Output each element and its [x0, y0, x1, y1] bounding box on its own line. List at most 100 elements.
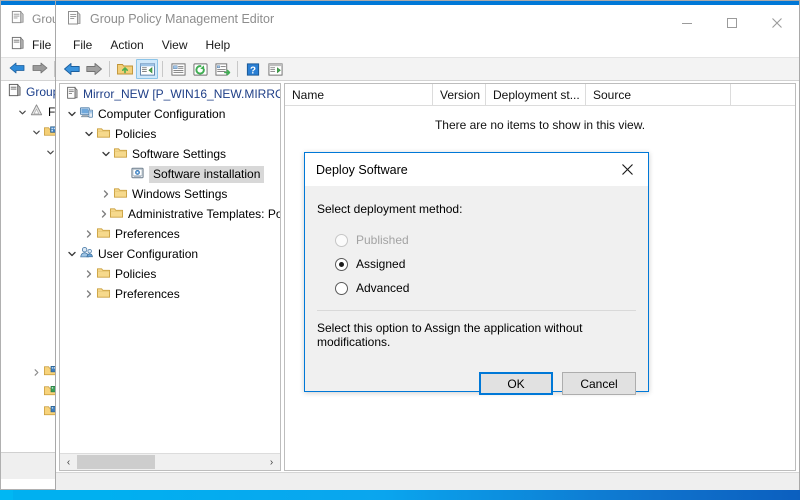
chevron-down-icon[interactable]	[82, 129, 96, 139]
chevron-right-icon[interactable]	[99, 209, 109, 219]
column-header-source[interactable]: Source	[586, 84, 731, 105]
chevron-right-icon[interactable]	[82, 229, 96, 239]
console-tree-scroll-area[interactable]: Mirror_NEW [P_WIN16_NEW.MIRRORTE	[60, 84, 280, 453]
forest-icon	[29, 103, 44, 121]
maximize-icon	[726, 18, 737, 28]
close-icon	[771, 18, 782, 28]
tree-label: Preferences	[115, 287, 180, 301]
list-column-header-row[interactable]: Name Version Deployment st... Source	[285, 84, 795, 106]
tree-label-selected: Software installation	[149, 165, 265, 183]
document-policy-icon-tree	[65, 86, 79, 103]
tree-row-policies-user[interactable]: Policies	[60, 264, 280, 284]
cancel-button[interactable]: Cancel	[562, 372, 636, 395]
chevron-down-icon[interactable]	[15, 108, 29, 117]
chevron-down-icon[interactable]	[99, 149, 113, 159]
dialog-button-row[interactable]: OK Cancel	[479, 372, 636, 395]
chevron-down-icon[interactable]	[65, 109, 79, 119]
tree-row-root[interactable]: Mirror_NEW [P_WIN16_NEW.MIRRORTE	[60, 84, 280, 104]
back-icon[interactable]	[7, 60, 27, 79]
tree-label: Preferences	[115, 227, 180, 241]
tree-label: Policies	[115, 267, 157, 281]
help-icon[interactable]: ?	[242, 59, 264, 79]
radio-option-assigned[interactable]: Assigned	[335, 252, 636, 276]
tree-row-software-installation[interactable]: Software installation	[60, 164, 280, 184]
up-one-level-icon[interactable]	[114, 59, 136, 79]
forward-icon	[30, 60, 50, 79]
back-icon[interactable]	[61, 59, 83, 79]
dialog-prompt: Select deployment method:	[317, 202, 463, 216]
menu-view[interactable]: View	[153, 36, 197, 54]
radio-label-published: Published	[356, 233, 409, 247]
radio-button-advanced[interactable]	[335, 281, 348, 295]
main-window-title: Group Policy Management Editor	[90, 12, 275, 26]
show-hide-console-tree-icon[interactable]	[136, 59, 158, 79]
forward-icon	[83, 59, 105, 79]
chevron-right-icon[interactable]	[82, 269, 96, 279]
tree-horizontal-scrollbar[interactable]: ‹ ›	[60, 453, 280, 470]
chevron-right-icon[interactable]	[82, 289, 96, 299]
tree-label: User Configuration	[98, 247, 199, 261]
chevron-right-icon[interactable]	[29, 368, 43, 377]
show-action-pane-icon[interactable]	[264, 59, 286, 79]
chevron-right-icon[interactable]	[99, 189, 113, 199]
scrollbar-track[interactable]	[77, 454, 263, 470]
menu-file[interactable]: File	[64, 36, 101, 54]
taskbar-left-segment[interactable]	[0, 490, 13, 500]
folder-icon	[96, 226, 111, 243]
tree-row-preferences-user[interactable]: Preferences	[60, 284, 280, 304]
toolbar-separator-1	[109, 61, 110, 77]
toolbar-separator-2	[162, 61, 163, 77]
tree-label: Computer Configuration	[98, 107, 226, 121]
tree-label: Policies	[115, 127, 157, 141]
taskbar-strip[interactable]	[0, 490, 800, 500]
screen: Grou File Group Group Policy Management …	[0, 0, 800, 500]
column-header-version[interactable]: Version	[433, 84, 486, 105]
ok-button[interactable]: OK	[479, 372, 553, 395]
tree-label: Administrative Templates: Po	[128, 207, 280, 221]
chevron-down-icon[interactable]	[65, 249, 79, 259]
scroll-left-arrow-icon[interactable]: ‹	[60, 454, 77, 470]
scroll-right-arrow-icon[interactable]: ›	[263, 454, 280, 470]
list-empty-message: There are no items to show in this view.	[434, 118, 646, 132]
scrollbar-thumb[interactable]	[77, 455, 155, 469]
background-menu-file[interactable]: File	[32, 38, 51, 52]
close-icon	[621, 164, 633, 175]
main-window-titlebar[interactable]: Group Policy Management Editor	[56, 5, 799, 33]
tree-row-computer-configuration[interactable]: Computer Configuration	[60, 104, 280, 124]
tree-root-label: Mirror_NEW [P_WIN16_NEW.MIRRORTE	[83, 87, 280, 101]
properties-icon[interactable]	[167, 59, 189, 79]
console-tree-pane[interactable]: Mirror_NEW [P_WIN16_NEW.MIRRORTE	[59, 83, 281, 471]
tree-row-windows-settings[interactable]: Windows Settings	[60, 184, 280, 204]
main-window-toolbar[interactable]: ?	[56, 57, 799, 81]
export-list-icon[interactable]	[211, 59, 233, 79]
main-window-menubar[interactable]: File Action View Help	[56, 33, 799, 57]
user-icon	[79, 245, 94, 263]
deployment-method-radio-group[interactable]: Published Assigned Advanced	[335, 228, 636, 300]
column-header-spacer[interactable]	[731, 84, 795, 105]
document-policy-icon	[10, 10, 25, 28]
menu-action[interactable]: Action	[101, 36, 152, 54]
radio-option-advanced[interactable]: Advanced	[335, 276, 636, 300]
column-header-deployment-state[interactable]: Deployment st...	[486, 84, 586, 105]
chevron-down-icon-2[interactable]	[29, 128, 43, 137]
tree-label: Software Settings	[132, 147, 227, 161]
dialog-titlebar[interactable]: Deploy Software	[305, 153, 648, 186]
main-window-statusbar	[56, 472, 799, 490]
refresh-icon[interactable]	[189, 59, 211, 79]
dialog-close-button[interactable]	[606, 154, 648, 186]
tree-row-preferences-computer[interactable]: Preferences	[60, 224, 280, 244]
radio-selected-dot	[339, 261, 344, 267]
tree-row-software-settings[interactable]: Software Settings	[60, 144, 280, 164]
deploy-software-dialog[interactable]: Deploy Software Select deployment method…	[304, 152, 649, 395]
radio-label-assigned[interactable]: Assigned	[356, 257, 405, 271]
menu-help[interactable]: Help	[197, 36, 240, 54]
tree-row-user-configuration[interactable]: User Configuration	[60, 244, 280, 264]
dialog-title: Deploy Software	[316, 162, 408, 177]
computer-icon	[79, 105, 94, 123]
radio-label-advanced[interactable]: Advanced	[356, 281, 409, 295]
dialog-divider	[317, 310, 636, 311]
tree-row-administrative-templates[interactable]: Administrative Templates: Po	[60, 204, 280, 224]
radio-button-assigned[interactable]	[335, 257, 348, 271]
tree-row-policies-computer[interactable]: Policies	[60, 124, 280, 144]
column-header-name[interactable]: Name	[285, 84, 433, 105]
